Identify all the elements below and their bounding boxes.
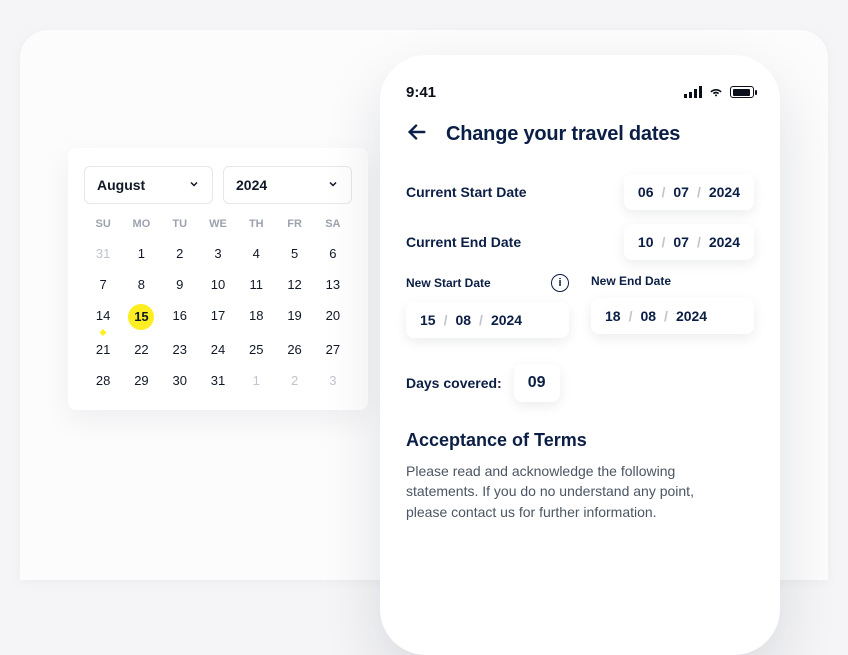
calendar-day[interactable]: 22 — [122, 342, 160, 357]
calendar-day: 31 — [84, 246, 122, 261]
calendar-day[interactable]: 18 — [237, 308, 275, 326]
calendar-day[interactable]: 28 — [84, 373, 122, 388]
date-dd: 15 — [420, 312, 436, 328]
new-end-label: New End Date — [591, 274, 671, 288]
terms-heading: Acceptance of Terms — [406, 430, 754, 451]
page-title: Change your travel dates — [446, 123, 680, 146]
date-yyyy: 2024 — [709, 234, 740, 250]
date-sep: / — [664, 308, 668, 324]
wifi-icon — [708, 82, 724, 103]
calendar-day[interactable]: 14 — [84, 308, 122, 326]
current-start-label: Current Start Date — [406, 184, 527, 200]
weekday-header: SU — [84, 218, 122, 230]
calendar-grid: SUMOTUWETHFRSA31123456789101112131415161… — [84, 218, 352, 388]
weekday-header: TH — [237, 218, 275, 230]
current-end-label: Current End Date — [406, 234, 521, 250]
calendar-day[interactable]: 31 — [199, 373, 237, 388]
calendar-day[interactable]: 23 — [161, 342, 199, 357]
date-mm: 08 — [640, 308, 656, 324]
date-mm: 08 — [455, 312, 471, 328]
days-covered-label: Days covered: — [406, 375, 502, 391]
date-yyyy: 2024 — [676, 308, 707, 324]
chevron-down-icon — [327, 177, 339, 193]
date-dd: 10 — [638, 234, 654, 250]
calendar-day[interactable]: 27 — [314, 342, 352, 357]
weekday-header: SA — [314, 218, 352, 230]
weekday-header: TU — [161, 218, 199, 230]
calendar-day[interactable]: 25 — [237, 342, 275, 357]
calendar-day[interactable]: 12 — [275, 277, 313, 292]
terms-body: Please read and acknowledge the followin… — [406, 461, 736, 522]
date-sep: / — [661, 234, 665, 250]
calendar-day[interactable]: 4 — [237, 246, 275, 261]
calendar-day[interactable]: 1 — [122, 246, 160, 261]
calendar-card: August 2024 SUMOTUWETHFRSA31123456789101… — [68, 148, 368, 410]
calendar-day[interactable]: 5 — [275, 246, 313, 261]
calendar-day[interactable]: 24 — [199, 342, 237, 357]
calendar-day[interactable]: 10 — [199, 277, 237, 292]
calendar-day: 3 — [314, 373, 352, 388]
date-sep: / — [629, 308, 633, 324]
phone-frame: 9:41 Change your travel dates Current St… — [380, 55, 780, 655]
calendar-day: 2 — [275, 373, 313, 388]
calendar-day[interactable]: 26 — [275, 342, 313, 357]
year-select[interactable]: 2024 — [223, 166, 352, 204]
calendar-day[interactable]: 13 — [314, 277, 352, 292]
date-sep: / — [697, 234, 701, 250]
date-dd: 18 — [605, 308, 621, 324]
calendar-day[interactable]: 11 — [237, 277, 275, 292]
battery-icon — [730, 86, 754, 98]
date-mm: 07 — [673, 184, 689, 200]
date-sep: / — [479, 312, 483, 328]
calendar-day[interactable]: 9 — [161, 277, 199, 292]
year-label: 2024 — [236, 177, 267, 193]
calendar-day[interactable]: 15 — [128, 304, 154, 330]
calendar-day[interactable]: 16 — [161, 308, 199, 326]
month-label: August — [97, 177, 145, 193]
cellular-icon — [684, 86, 702, 98]
current-start-date[interactable]: 06 / 07 / 2024 — [624, 174, 754, 210]
calendar-day[interactable]: 30 — [161, 373, 199, 388]
days-covered-value: 09 — [514, 364, 560, 402]
calendar-day[interactable]: 6 — [314, 246, 352, 261]
calendar-day[interactable]: 8 — [122, 277, 160, 292]
date-yyyy: 2024 — [491, 312, 522, 328]
calendar-day[interactable]: 20 — [314, 308, 352, 326]
weekday-header: MO — [122, 218, 160, 230]
calendar-day[interactable]: 21 — [84, 342, 122, 357]
calendar-day[interactable]: 17 — [199, 308, 237, 326]
back-button[interactable] — [406, 121, 428, 148]
calendar-day[interactable]: 3 — [199, 246, 237, 261]
current-end-date[interactable]: 10 / 07 / 2024 — [624, 224, 754, 260]
date-dd: 06 — [638, 184, 654, 200]
calendar-day[interactable]: 29 — [122, 373, 160, 388]
date-yyyy: 2024 — [709, 184, 740, 200]
weekday-header: FR — [275, 218, 313, 230]
date-sep: / — [697, 184, 701, 200]
date-mm: 07 — [673, 234, 689, 250]
new-end-date[interactable]: 18 / 08 / 2024 — [591, 298, 754, 334]
info-icon[interactable]: i — [551, 274, 569, 292]
chevron-down-icon — [188, 177, 200, 193]
status-time: 9:41 — [406, 84, 436, 101]
calendar-day[interactable]: 19 — [275, 308, 313, 326]
date-sep: / — [661, 184, 665, 200]
new-start-label: New Start Date — [406, 276, 491, 290]
calendar-day[interactable]: 2 — [161, 246, 199, 261]
month-select[interactable]: August — [84, 166, 213, 204]
calendar-day: 1 — [237, 373, 275, 388]
status-bar: 9:41 — [406, 77, 754, 107]
new-start-date[interactable]: 15 / 08 / 2024 — [406, 302, 569, 338]
weekday-header: WE — [199, 218, 237, 230]
date-sep: / — [444, 312, 448, 328]
calendar-day[interactable]: 7 — [84, 277, 122, 292]
